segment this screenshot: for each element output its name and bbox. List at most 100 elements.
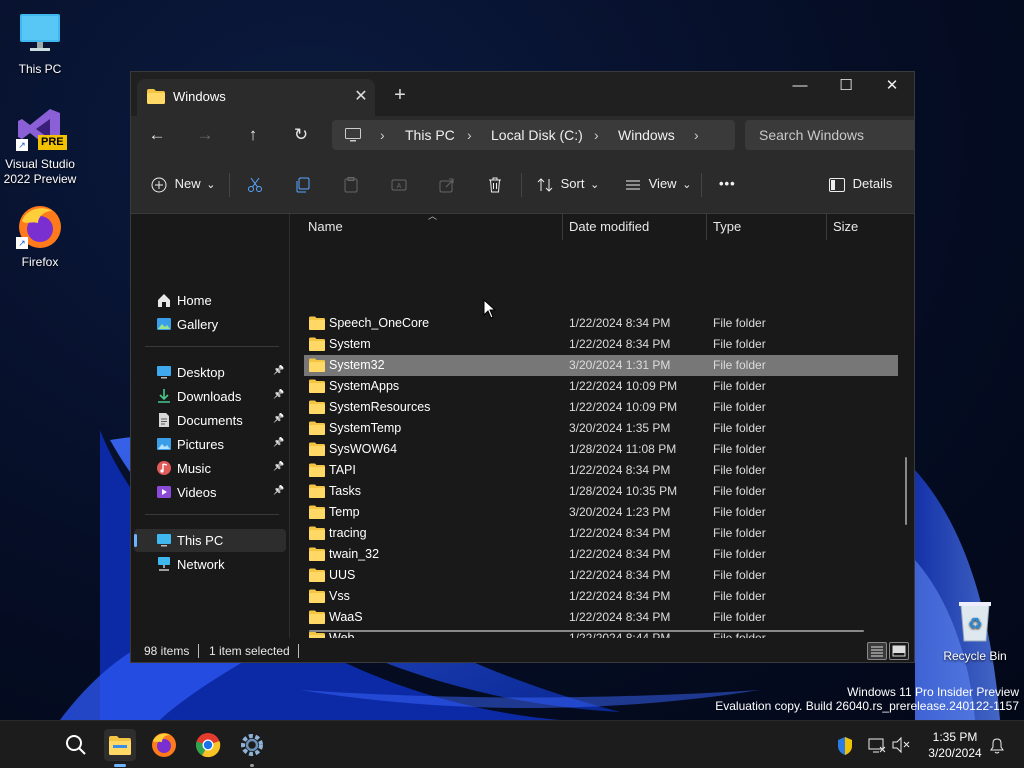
back-button[interactable]: ← <box>141 120 173 150</box>
breadcrumb-this-pc[interactable]: This PC <box>405 120 455 150</box>
search-box[interactable]: Search Windows <box>745 120 914 150</box>
file-row[interactable]: TAPI 1/22/2024 8:34 PM File folder <box>304 460 898 481</box>
network-status-icon[interactable] <box>866 729 888 761</box>
desktop-icon-visual-studio[interactable]: PRE ↗ Visual Studio 2022 Preview <box>0 105 80 187</box>
firefox-icon[interactable] <box>148 729 180 761</box>
refresh-button[interactable]: ↻ <box>285 120 317 150</box>
pin-icon[interactable]: 📌 <box>273 485 284 496</box>
file-row[interactable]: WaaS 1/22/2024 8:34 PM File folder <box>304 607 898 628</box>
svg-text:A: A <box>397 183 402 190</box>
notification-bell-icon[interactable] <box>986 729 1008 761</box>
search-icon[interactable] <box>60 729 92 761</box>
chrome-icon[interactable] <box>192 729 224 761</box>
new-button[interactable]: New ⌄ <box>151 154 215 214</box>
file-row[interactable]: tracing 1/22/2024 8:34 PM File folder <box>304 523 898 544</box>
sidebar-item-gallery[interactable]: Gallery <box>134 313 286 336</box>
computer-icon <box>345 128 361 145</box>
file-row[interactable]: SystemResources 1/22/2024 10:09 PM File fo… <box>304 397 898 418</box>
details-pane-button[interactable]: Details <box>829 154 892 214</box>
column-header-size[interactable]: Size <box>833 214 858 240</box>
settings-icon[interactable] <box>236 729 268 767</box>
desktop-icon-recycle-bin[interactable]: ♻ Recycle Bin <box>935 597 1015 664</box>
navigation-pane: Home Gallery Desktop 📌 Downloads 📌 Documents 📌 P… <box>131 214 289 638</box>
breadcrumb-chevron[interactable]: › <box>694 120 699 150</box>
details-view-button[interactable] <box>867 642 887 660</box>
file-explorer-icon[interactable] <box>104 729 136 767</box>
pin-icon[interactable]: 📌 <box>273 413 284 424</box>
sidebar-item-label: Downloads <box>177 389 242 404</box>
volume-muted-icon[interactable] <box>890 729 912 761</box>
column-header-type[interactable]: Type <box>713 214 741 240</box>
sidebar-item-label: Network <box>177 557 225 572</box>
vertical-scrollbar[interactable] <box>905 457 907 525</box>
title-bar[interactable]: Windows ✕ + — ☐ ✕ <box>131 72 914 116</box>
folder-icon <box>309 547 325 564</box>
file-row[interactable]: System 1/22/2024 8:34 PM File folder <box>304 334 898 355</box>
sidebar-item-videos[interactable]: Videos 📌 <box>134 481 286 504</box>
file-row[interactable]: Speech_OneCore 1/22/2024 8:34 PM File fold… <box>304 313 898 334</box>
paste-icon <box>344 176 358 193</box>
maximize-button[interactable]: ☐ <box>823 72 869 102</box>
desktop-icon-firefox[interactable]: ↗ Firefox <box>0 203 80 270</box>
column-separator[interactable] <box>826 214 827 240</box>
system-clock[interactable]: 1:35 PM 3/20/2024 <box>920 729 990 761</box>
file-row[interactable]: Tasks 1/28/2024 10:35 PM File folder <box>304 481 898 502</box>
file-row[interactable]: twain_32 1/22/2024 8:34 PM File folder <box>304 544 898 565</box>
breadcrumb-chevron[interactable]: › <box>467 120 472 150</box>
sidebar-item-documents[interactable]: Documents 📌 <box>134 409 286 432</box>
pin-icon[interactable]: 📌 <box>273 389 284 400</box>
folder-icon <box>309 379 325 396</box>
sidebar-item-pictures[interactable]: Pictures 📌 <box>134 433 286 456</box>
column-header-name[interactable]: Name <box>308 214 343 240</box>
tiles-view-button[interactable] <box>889 642 909 660</box>
downloads-icon <box>156 388 172 404</box>
share-button[interactable] <box>439 154 455 214</box>
column-separator[interactable] <box>562 214 563 240</box>
minimize-button[interactable]: — <box>777 72 823 102</box>
sidebar-item-this-pc[interactable]: This PC <box>134 529 286 552</box>
file-date-modified: 1/22/2024 8:34 PM <box>569 526 671 540</box>
pin-icon[interactable]: 📌 <box>273 461 284 472</box>
forward-button[interactable]: → <box>189 120 221 150</box>
file-row[interactable]: System32 3/20/2024 1:31 PM File folder <box>304 355 898 376</box>
rename-button[interactable]: A <box>391 154 407 214</box>
sidebar-item-music[interactable]: Music 📌 <box>134 457 286 480</box>
more-options-button[interactable]: ••• <box>719 154 736 214</box>
column-header-date[interactable]: Date modified <box>569 214 649 240</box>
paste-button[interactable] <box>343 154 359 214</box>
sort-button-label: Sort <box>560 176 585 191</box>
desktop-icon-this-pc[interactable]: This PC <box>0 10 80 77</box>
new-button-label: New <box>174 176 201 191</box>
address-bar[interactable]: › This PC › Local Disk (C:) › Windows › <box>332 120 735 150</box>
watermark-line2: Evaluation copy. Build 26040.rs_prerelea… <box>715 699 1019 713</box>
pin-icon[interactable]: 📌 <box>273 437 284 448</box>
sort-button[interactable]: Sort ⌄ <box>537 154 599 214</box>
defender-shield-icon[interactable] <box>834 729 856 761</box>
copy-button[interactable] <box>295 154 311 214</box>
breadcrumb-windows[interactable]: Windows <box>618 120 675 150</box>
breadcrumb-chevron[interactable]: › <box>594 120 599 150</box>
file-row[interactable]: UUS 1/22/2024 8:34 PM File folder <box>304 565 898 586</box>
delete-button[interactable] <box>487 154 503 214</box>
file-row[interactable]: SystemApps 1/22/2024 10:09 PM File folder <box>304 376 898 397</box>
sidebar-item-home[interactable]: Home <box>134 289 286 312</box>
cut-button[interactable] <box>247 154 263 214</box>
sidebar-item-desktop[interactable]: Desktop 📌 <box>134 361 286 384</box>
breadcrumb-local-disk[interactable]: Local Disk (C:) <box>491 120 583 150</box>
horizontal-scrollbar[interactable] <box>309 630 864 632</box>
sidebar-item-downloads[interactable]: Downloads 📌 <box>134 385 286 408</box>
up-button[interactable]: ↑ <box>237 120 269 150</box>
view-button[interactable]: View ⌄ <box>625 154 691 214</box>
sidebar-item-network[interactable]: Network <box>134 553 286 576</box>
file-row[interactable]: SystemTemp 3/20/2024 1:35 PM File folder <box>304 418 898 439</box>
new-tab-button[interactable]: + <box>387 84 413 108</box>
tab-close-icon[interactable]: ✕ <box>349 85 373 109</box>
close-button[interactable]: ✕ <box>869 72 914 102</box>
breadcrumb-chevron[interactable]: › <box>380 120 385 150</box>
column-separator[interactable] <box>706 214 707 240</box>
tab-windows[interactable]: Windows ✕ <box>137 79 375 116</box>
file-row[interactable]: Vss 1/22/2024 8:34 PM File folder <box>304 586 898 607</box>
pin-icon[interactable]: 📌 <box>273 365 284 376</box>
file-row[interactable]: Temp 3/20/2024 1:23 PM File folder <box>304 502 898 523</box>
file-row[interactable]: SysWOW64 1/28/2024 11:08 PM File folder <box>304 439 898 460</box>
